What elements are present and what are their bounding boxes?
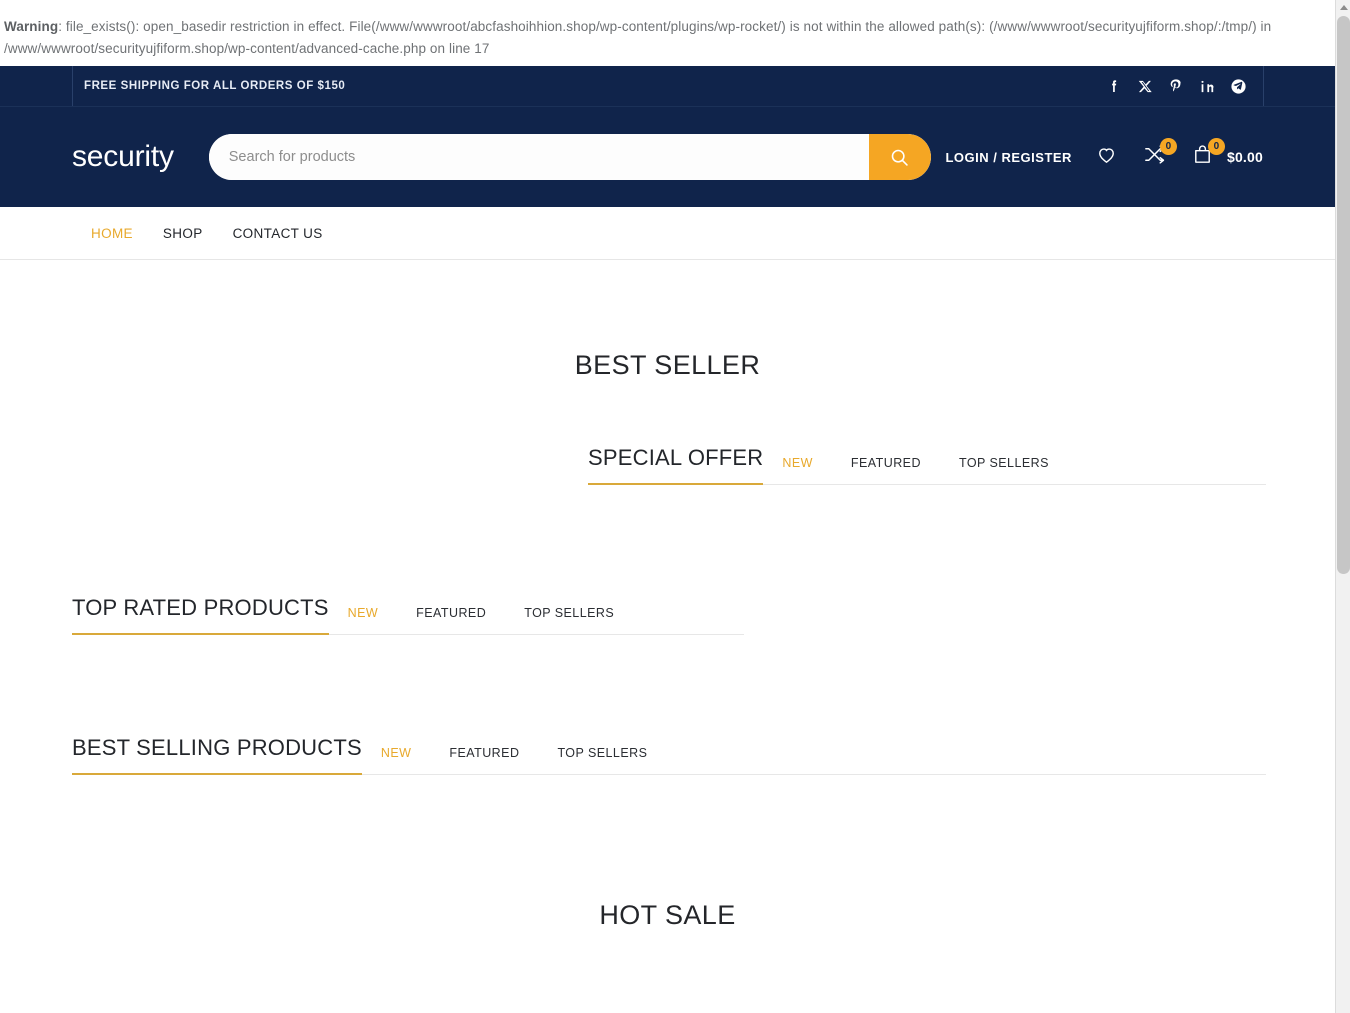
chevron-up-icon [1340, 5, 1348, 10]
nav-item-shop[interactable]: SHOP [163, 226, 203, 241]
site-logo[interactable]: security [72, 142, 174, 172]
product-search-form [209, 134, 931, 180]
topbar-divider-right [1263, 66, 1264, 106]
section-title-best-selling-products: BEST SELLING PRODUCTS [72, 735, 362, 775]
compare-count-badge: 0 [1160, 138, 1177, 155]
page-scrollbar[interactable] [1335, 0, 1350, 1013]
main-navigation: HOME SHOP CONTACT US [0, 207, 1335, 260]
section-special-offer: SPECIAL OFFER NEW FEATURED TOP SELLERS [588, 445, 1266, 485]
section-title-top-rated-products: TOP RATED PRODUCTS [72, 595, 329, 635]
section-top-rated-products: TOP RATED PRODUCTS NEW FEATURED TOP SELL… [72, 595, 744, 635]
compare-button[interactable]: 0 [1142, 144, 1168, 170]
nav-item-home[interactable]: HOME [91, 226, 133, 241]
search-icon [889, 147, 910, 168]
facebook-icon[interactable] [1105, 77, 1123, 95]
section-title-special-offer: SPECIAL OFFER [588, 445, 763, 485]
tab-list-top-rated: NEW FEATURED TOP SELLERS [329, 606, 634, 634]
cart-total-amount: $0.00 [1227, 149, 1263, 165]
tabs-header: BEST SELLING PRODUCTS NEW FEATURED TOP S… [72, 735, 1266, 775]
site-header: security LOGIN / REGISTER [0, 107, 1335, 207]
tab-list-special-offer: NEW FEATURED TOP SELLERS [763, 456, 1068, 484]
pinterest-icon[interactable] [1167, 77, 1185, 95]
header-actions: LOGIN / REGISTER 0 [945, 144, 1263, 170]
cart-count-badge: 0 [1208, 138, 1225, 155]
linkedin-icon[interactable] [1198, 77, 1216, 95]
scrollbar-thumb[interactable] [1337, 16, 1350, 574]
cart-group[interactable]: 0 $0.00 [1190, 144, 1263, 170]
cart-button[interactable]: 0 [1190, 144, 1216, 170]
free-shipping-note: FREE SHIPPING FOR ALL ORDERS OF $150 [84, 80, 345, 92]
nav-item-contact-us[interactable]: CONTACT US [233, 226, 323, 241]
social-links [1105, 77, 1247, 95]
tab-new[interactable]: NEW [763, 456, 832, 470]
scrollbar-up-arrow[interactable] [1336, 0, 1350, 15]
tabs-header: TOP RATED PRODUCTS NEW FEATURED TOP SELL… [72, 595, 744, 635]
tab-top-sellers[interactable]: TOP SELLERS [538, 746, 666, 760]
tab-new[interactable]: NEW [329, 606, 398, 620]
tabs-header: SPECIAL OFFER NEW FEATURED TOP SELLERS [588, 445, 1266, 485]
site-wrapper: FREE SHIPPING FOR ALL ORDERS OF $150 sec… [0, 66, 1335, 931]
topbar-divider-left [72, 66, 73, 106]
telegram-icon[interactable] [1229, 77, 1247, 95]
x-twitter-icon[interactable] [1136, 77, 1154, 95]
best-seller-heading: BEST SELLER [0, 350, 1335, 381]
hot-sale-heading: HOT SALE [0, 900, 1335, 931]
php-warning-label: Warning [4, 19, 58, 34]
login-register-link[interactable]: LOGIN / REGISTER [945, 150, 1071, 165]
wishlist-button[interactable] [1094, 144, 1120, 170]
tab-new[interactable]: NEW [362, 746, 431, 760]
search-input[interactable] [209, 134, 869, 180]
tab-top-sellers[interactable]: TOP SELLERS [940, 456, 1068, 470]
page-content: BEST SELLER SPECIAL OFFER NEW FEATURED T… [0, 350, 1335, 931]
php-warning-message: Warning: file_exists(): open_basedir res… [0, 0, 1335, 66]
php-warning-text: : file_exists(): open_basedir restrictio… [4, 19, 1271, 56]
tab-featured[interactable]: FEATURED [430, 746, 538, 760]
tab-top-sellers[interactable]: TOP SELLERS [505, 606, 633, 620]
tab-featured[interactable]: FEATURED [397, 606, 505, 620]
search-submit-button[interactable] [869, 134, 931, 180]
section-best-selling-products: BEST SELLING PRODUCTS NEW FEATURED TOP S… [72, 735, 1266, 775]
heart-icon [1095, 143, 1118, 171]
top-bar: FREE SHIPPING FOR ALL ORDERS OF $150 [0, 66, 1335, 107]
tab-featured[interactable]: FEATURED [832, 456, 940, 470]
tab-list-best-selling: NEW FEATURED TOP SELLERS [362, 746, 667, 774]
